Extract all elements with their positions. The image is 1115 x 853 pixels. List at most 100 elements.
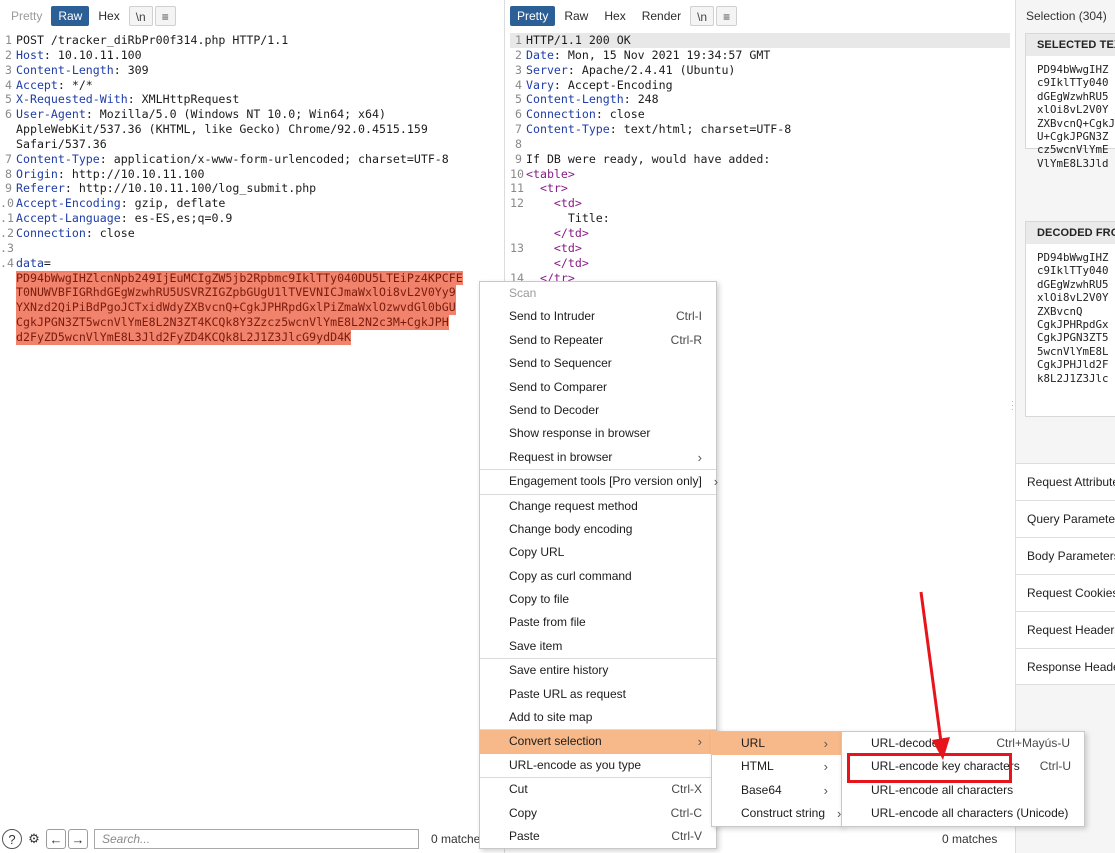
- response-tab-pretty[interactable]: Pretty: [510, 6, 556, 26]
- response-tab-render[interactable]: Render: [635, 6, 688, 26]
- line-number: 10: [510, 166, 524, 181]
- header-name: Referer: [16, 181, 65, 196]
- request-line: 8 Origin: http://10.10.11.100: [0, 167, 500, 182]
- submenu-item-url-decode[interactable]: URL-decode Ctrl+Mayús-U: [842, 732, 1084, 755]
- response-line: 7 Content-Type: text/html; charset=UTF-8: [510, 122, 1010, 137]
- menu-item-show-response-in-browser[interactable]: Show response in browser: [480, 422, 716, 445]
- response-line: 3 Server: Apache/2.4.41 (Ubuntu): [510, 63, 1010, 78]
- menu-item-copy-as-curl-command[interactable]: Copy as curl command: [480, 565, 716, 588]
- request-selected-line[interactable]: T0NUWVBFIGRhdGEgWzwhRU5USVRZIGZpbGUgU1lT…: [0, 285, 500, 301]
- line-number: 4: [515, 77, 522, 92]
- menu-item-change-request-method[interactable]: Change request method: [480, 495, 716, 518]
- search-input[interactable]: Search...: [94, 829, 419, 849]
- header-name: Connection: [526, 107, 596, 122]
- menu-item-send-to-decoder[interactable]: Send to Decoder: [480, 399, 716, 422]
- line-value: : close: [85, 225, 135, 240]
- decoded-from-box: DECODED FROM PD94bWwgIHZ c9IklTTy040 dGE…: [1025, 221, 1115, 417]
- line-value: : Accept-Encoding: [553, 77, 673, 92]
- settings-gear-icon[interactable]: ⚙: [24, 829, 44, 849]
- request-tab-hex[interactable]: Hex: [91, 6, 126, 26]
- help-icon[interactable]: ?: [2, 829, 22, 849]
- response-line: 12 <td>: [510, 196, 1010, 211]
- request-selected-line[interactable]: PD94bWwgIHZlcnNpb249IjEuMCIgZW5jb2Rpbmc9…: [0, 270, 500, 286]
- response-editor[interactable]: 1 HTTP/1.1 200 OK 2 Date: Mon, 15 Nov 2021 …: [510, 33, 1010, 285]
- request-tab-n[interactable]: \n: [128, 6, 153, 26]
- menu-item-convert-selection[interactable]: Convert selection ›: [480, 730, 716, 754]
- request-selected-line[interactable]: d2FyZD5wcnVlYmE8L3Jld2FyZD4KCQk8L2J1Z3Jl…: [0, 329, 500, 345]
- line-value: : es-ES,es;q=0.9: [120, 211, 233, 226]
- request-tab-[interactable]: ≡: [154, 6, 176, 26]
- submenu-item-base64[interactable]: Base64 ›: [712, 779, 842, 802]
- menu-item-save-entire-history[interactable]: Save entire history: [480, 659, 716, 682]
- submenu-item-construct-string[interactable]: Construct string ›: [712, 802, 842, 825]
- request-line: 3 Content-Length: 309: [0, 63, 500, 78]
- request-selected-line[interactable]: CgkJPGN3ZT5wcnVlYmE8L2N3ZT4KCQk8Y3Zzcz5w…: [0, 315, 500, 330]
- selected-body-text[interactable]: PD94bWwgIHZlcnNpb249IjEuMCIgZW5jb2Rpbmc9…: [16, 270, 463, 286]
- menu-item-paste[interactable]: Paste Ctrl-V: [480, 825, 716, 848]
- decoded-from-header[interactable]: DECODED FROM: [1026, 222, 1115, 244]
- submenu-item-url[interactable]: URL ›: [712, 732, 842, 756]
- menu-item-send-to-intruder[interactable]: Send to Intruder Ctrl-I: [480, 305, 716, 328]
- menu-item-paste-from-file[interactable]: Paste from file: [480, 611, 716, 634]
- selected-text-value[interactable]: PD94bWwgIHZ c9IklTTy040 dGEgWzwhRU5 xlOi…: [1026, 56, 1115, 177]
- response-tab-n[interactable]: \n: [690, 6, 715, 26]
- header-name: Vary: [526, 77, 554, 92]
- request-editor[interactable]: 1 POST /tracker_diRbPr00f314.php HTTP/1.1…: [0, 33, 500, 345]
- request-selected-line[interactable]: YXNzd2QiPiBdPgoJCTxidWdyZXBvcnQ+CgkJPHRp…: [0, 300, 500, 316]
- menu-item-url-encode-as-you-type[interactable]: URL-encode as you type: [480, 754, 716, 777]
- inspector-row-request-attributes[interactable]: Request Attributes: [1016, 463, 1115, 500]
- request-tabbar: Pretty Raw Hex \n ≡: [4, 6, 176, 26]
- inspector-row-request-cookies[interactable]: Request Cookies (: [1016, 574, 1115, 611]
- menu-item-save-item[interactable]: Save item: [480, 635, 716, 658]
- menu-item-send-to-sequencer[interactable]: Send to Sequencer: [480, 352, 716, 375]
- menu-item-label: Copy: [509, 805, 538, 820]
- chevron-right-icon: ›: [697, 734, 702, 750]
- selected-body-text[interactable]: T0NUWVBFIGRhdGEgWzwhRU5USVRZIGZpbGUgU1lT…: [16, 285, 456, 301]
- submenu-item-url-encode-all-characters-unicode[interactable]: URL-encode all characters (Unicode): [842, 802, 1084, 825]
- menu-item-shortcut: Ctrl-I: [676, 309, 702, 324]
- response-tab-raw[interactable]: Raw: [557, 6, 595, 26]
- inspector-panel: Selection (304) SELECTED TEXT PD94bWwgIH…: [1016, 0, 1115, 853]
- request-tab-pretty[interactable]: Pretty: [4, 6, 49, 26]
- menu-item-copy[interactable]: Copy Ctrl-C: [480, 802, 716, 825]
- resize-grip-icon[interactable]: · · ·: [1011, 398, 1014, 414]
- menu-item-copy-url[interactable]: Copy URL: [480, 541, 716, 564]
- selected-text-header[interactable]: SELECTED TEXT: [1026, 34, 1115, 56]
- menu-item-shortcut: Ctrl-U: [1039, 759, 1072, 774]
- menu-item-send-to-repeater[interactable]: Send to Repeater Ctrl-R: [480, 329, 716, 352]
- menu-item-request-in-browser[interactable]: Request in browser ›: [480, 446, 716, 469]
- selected-body-text[interactable]: CgkJPGN3ZT5wcnVlYmE8L2N3ZT4KCQk8Y3Zzcz5w…: [16, 315, 449, 330]
- line-value: If DB were ready, would have added:: [526, 151, 771, 166]
- selected-body-text[interactable]: YXNzd2QiPiBdPgoJCTxidWdyZXBvcnQ+CgkJPHRp…: [16, 300, 456, 316]
- line-number: 3: [515, 62, 522, 77]
- line-value: : http://10.10.11.100/log_submit.php: [64, 181, 317, 196]
- submenu-item-html[interactable]: HTML ›: [712, 755, 842, 778]
- menu-item-label: Change request method: [509, 498, 638, 513]
- response-tab-[interactable]: ≡: [716, 6, 738, 26]
- inspector-row-query-parameters[interactable]: Query Parameters: [1016, 500, 1115, 537]
- menu-item-cut[interactable]: Cut Ctrl-X: [480, 778, 716, 801]
- previous-arrow-icon[interactable]: ←: [46, 829, 66, 849]
- menu-item-label: Send to Intruder: [509, 309, 596, 324]
- request-line: 6 User-Agent: Mozilla/5.0 (Windows NT 10.…: [0, 107, 500, 122]
- next-arrow-icon[interactable]: →: [68, 829, 88, 849]
- response-line: 6 Connection: close: [510, 107, 1010, 122]
- request-tab-raw[interactable]: Raw: [51, 6, 90, 26]
- menu-item-add-to-site-map[interactable]: Add to site map: [480, 706, 716, 729]
- menu-item-send-to-comparer[interactable]: Send to Comparer: [480, 376, 716, 399]
- menu-item-engagement-tools-pro-version-only[interactable]: Engagement tools [Pro version only] ›: [480, 470, 718, 493]
- menu-item-change-body-encoding[interactable]: Change body encoding: [480, 518, 716, 541]
- menu-item-shortcut: Ctrl-R: [670, 332, 702, 347]
- selected-body-text[interactable]: d2FyZD5wcnVlYmE8L3Jld2FyZD4KCQk8L2J1Z3Jl…: [16, 329, 352, 345]
- decoded-from-value[interactable]: PD94bWwgIHZ c9IklTTy040 dGEgWzwhRU5 xlOi…: [1026, 244, 1115, 392]
- request-line: 7 Content-Type: application/x-www-form-ur…: [0, 152, 500, 167]
- response-line: Title:: [510, 211, 1010, 226]
- menu-item-copy-to-file[interactable]: Copy to file: [480, 588, 716, 611]
- menu-item-paste-url-as-request[interactable]: Paste URL as request: [480, 683, 716, 706]
- inspector-row-request-headers[interactable]: Request Headers: [1016, 611, 1115, 648]
- response-tab-hex[interactable]: Hex: [597, 6, 632, 26]
- request-line: .4 data =: [0, 256, 500, 271]
- inspector-row-response-headers[interactable]: Response Headers: [1016, 648, 1115, 685]
- inspector-row-body-parameters[interactable]: Body Parameters: [1016, 537, 1115, 574]
